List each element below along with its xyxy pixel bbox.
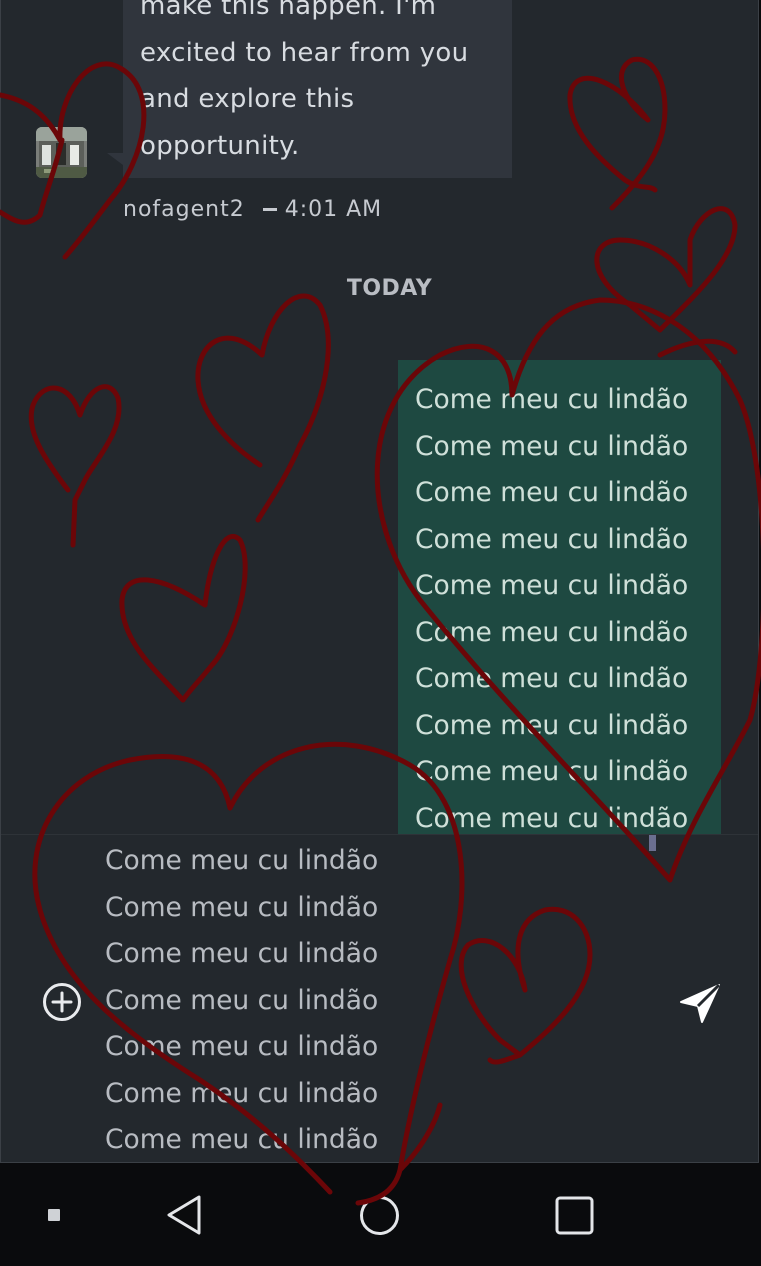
plus-circle-icon[interactable]	[42, 982, 82, 1022]
day-divider: TODAY	[346, 276, 433, 301]
outgoing-line: Come meu cu lindão	[415, 663, 689, 694]
draft-line: Come meu cu lindão	[105, 1077, 379, 1109]
system-nav-bar	[0, 1163, 761, 1266]
incoming-message-text: make this happen. I'm excited to hear fr…	[140, 0, 469, 161]
draft-line: Come meu cu lindão	[105, 845, 379, 876]
outgoing-line: Come meu cu lindão	[415, 616, 689, 648]
back-icon[interactable]	[165, 1194, 205, 1236]
avatar-image	[36, 127, 87, 178]
recent-dot-icon[interactable]	[47, 1208, 61, 1222]
draft-line: Come meu cu lindão	[105, 891, 379, 923]
outgoing-line: Come meu cu lindão	[415, 477, 689, 508]
outgoing-line: Come meu cu lindão	[415, 523, 689, 555]
draft-line: Come meu cu lindão	[105, 938, 379, 969]
overview-icon[interactable]	[554, 1195, 595, 1236]
message-meta: nofagent2 4:01 AM	[123, 197, 382, 222]
message-composer: Come meu cu lindão Come meu cu lindão Co…	[1, 834, 758, 1162]
avatar[interactable]	[36, 127, 87, 178]
outgoing-line: Come meu cu lindão	[415, 430, 689, 462]
draft-line: Come meu cu lindão	[105, 984, 379, 1016]
outgoing-line: Come meu cu lindão	[415, 802, 689, 834]
chat-panel: make this happen. I'm excited to hear fr…	[0, 0, 759, 1163]
bubble-tail	[107, 153, 123, 165]
meta-separator	[262, 208, 277, 211]
send-icon[interactable]	[678, 981, 722, 1025]
outgoing-line: Come meu cu lindão	[415, 709, 689, 741]
app-screen: make this happen. I'm excited to hear fr…	[0, 0, 761, 1266]
outgoing-message-bubble[interactable]: Come meu cu lindão Come meu cu lindão Co…	[398, 360, 721, 834]
outgoing-line: Come meu cu lindão	[415, 384, 689, 415]
outgoing-line: Come meu cu lindão	[415, 756, 689, 787]
scroll-handle[interactable]	[649, 835, 656, 851]
draft-line: Come meu cu lindão	[105, 1031, 379, 1062]
message-timestamp: 4:01 AM	[284, 197, 383, 222]
outgoing-message-lines: Come meu cu lindão Come meu cu lindão Co…	[415, 377, 688, 834]
home-icon[interactable]	[358, 1194, 401, 1237]
outgoing-line: Come meu cu lindão	[415, 570, 689, 601]
draft-line: Come meu cu lindão	[105, 1124, 379, 1155]
message-input[interactable]: Come meu cu lindão Come meu cu lindão Co…	[105, 838, 379, 1162]
sender-name[interactable]: nofagent2	[123, 197, 245, 222]
